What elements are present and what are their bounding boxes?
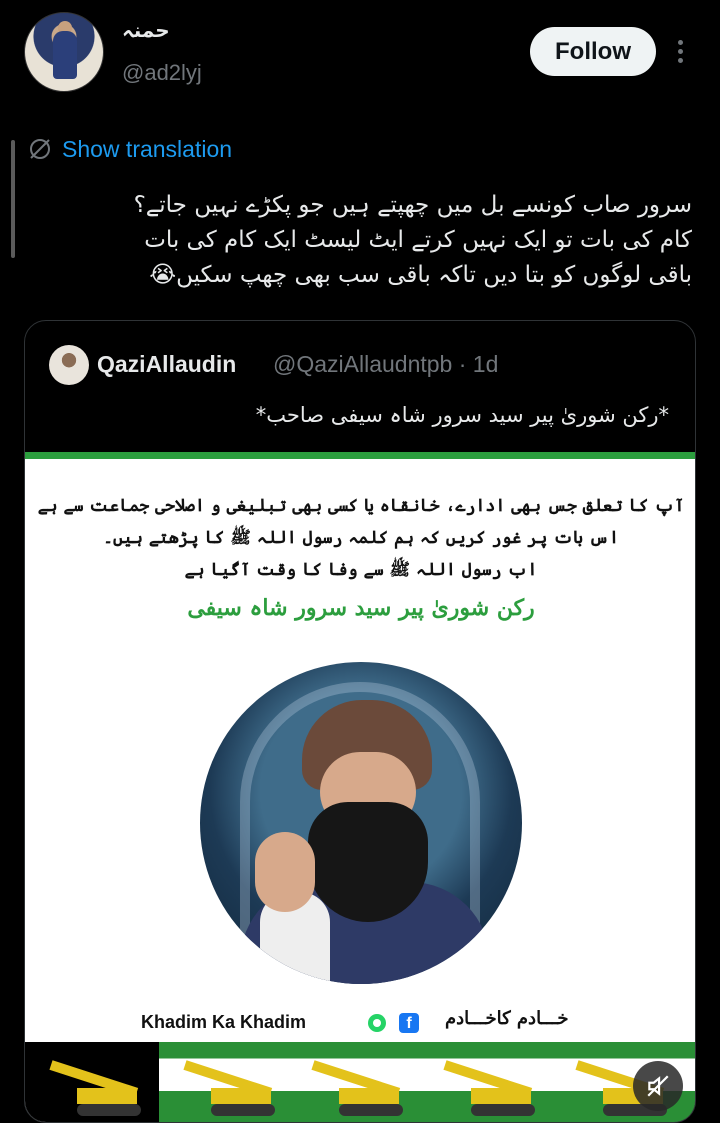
post-header: حمنہ @ad2lyj Follow: [0, 0, 720, 110]
avatar-figure: [53, 31, 77, 79]
tweet-line: باقی لوگوں کو بتا دیں تاکہ باقی سب بھی چ…: [149, 262, 692, 288]
crane-banner: [25, 1042, 695, 1122]
show-translation-link[interactable]: Show translation: [28, 133, 232, 165]
globe-slash-icon: [30, 139, 50, 159]
follow-button[interactable]: Follow: [530, 27, 656, 76]
quoted-media[interactable]: آپ کا تعلق جس بھی ادارے، خانقاہ یا کسی ب…: [25, 452, 695, 1122]
author-avatar[interactable]: [24, 12, 104, 92]
poster-brand: Khadim Ka Khadim f خـــادم کاخـــادم: [25, 1008, 695, 1038]
crane-graphic: [171, 1052, 281, 1122]
author-display-name[interactable]: حمنہ: [122, 18, 170, 42]
brand-english: Khadim Ka Khadim: [141, 1012, 307, 1032]
poster-text: آپ کا تعلق جس بھی ادارے، خانقاہ یا کسی ب…: [25, 490, 695, 628]
whatsapp-icon: [368, 1014, 386, 1032]
crane-graphic: [299, 1052, 409, 1122]
quoted-author-handle: @QaziAllaudntpb · 1d: [273, 351, 499, 377]
brand-urdu: خـــادم کاخـــادم: [445, 1008, 569, 1029]
poster-line: آپ کا تعلق جس بھی ادارے، خانقاہ یا کسی ب…: [37, 496, 685, 516]
quoted-author-name: QaziAllaudin: [97, 351, 237, 377]
quoted-author-avatar: [49, 345, 89, 385]
crane-strip: [159, 1042, 695, 1122]
author-handle[interactable]: @ad2lyj: [122, 60, 202, 86]
tweet-line: سرور صاب کونسے بل میں چھپتے ہیں جو پکڑے …: [133, 192, 692, 218]
crane-graphic: [37, 1052, 147, 1122]
tweet-line: کام کی بات تو ایک نہیں کرتے ایٹ لیسٹ ایک…: [144, 227, 692, 253]
quoted-post[interactable]: QaziAllaudin @QaziAllaudntpb · 1d *رکن ش…: [24, 320, 696, 1123]
mute-button[interactable]: [633, 1061, 683, 1111]
green-band: [25, 452, 695, 459]
speaker-portrait: [200, 662, 522, 984]
crane-graphic: [431, 1052, 541, 1122]
show-translation-label: Show translation: [62, 135, 233, 162]
facebook-icon: f: [399, 1013, 419, 1033]
poster-highlight: رکن شوریٰ پیر سید سرور شاہ سیفی: [187, 595, 535, 621]
thread-line: [11, 140, 15, 258]
more-vertical-icon[interactable]: [672, 36, 688, 68]
poster-line: اس بات پر غور کریں کہ ہم کلمہ رسول اللہ …: [103, 528, 619, 548]
poster-line: اب رسول اللہ ﷺ سے وفا کا وقت آگیا ہے: [184, 560, 538, 580]
tweet-text: سرور صاب کونسے بل میں چھپتے ہیں جو پکڑے …: [22, 188, 692, 293]
muted-speaker-icon: [647, 1075, 669, 1097]
quoted-post-text: *رکن شوریٰ پیر سید سرور شاہ سیفی صاحب*: [255, 403, 669, 427]
